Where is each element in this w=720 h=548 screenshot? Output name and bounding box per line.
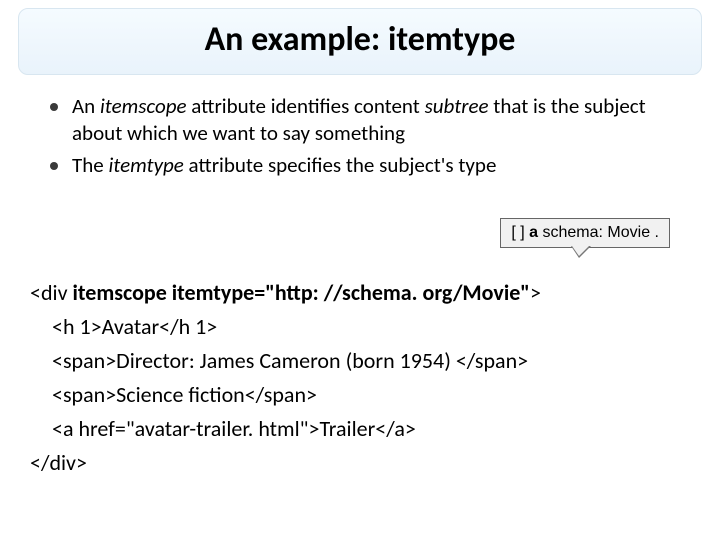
text-italic: itemtype [108,152,183,178]
code-line: <span>Director: James Cameron (born 1954… [30,344,541,378]
bullet-dot-icon [50,162,58,170]
text-italic: itemscope [100,93,187,119]
callout: [ ] a schema: Movie . [500,218,670,248]
text: > [530,279,541,306]
bullet-item: The itemtype attribute specifies the sub… [50,152,680,179]
callout-lead: [ ] [511,224,529,241]
text: attribute identifies content [187,93,425,119]
bullet-list: An itemscope attribute identifies conten… [50,93,680,179]
code-line: </div> [30,446,541,480]
text: <div [30,279,72,306]
code-line: <span>Science fiction</span> [30,378,541,412]
bullet-text: An itemscope attribute identifies conten… [72,93,680,148]
callout-bold: a [529,224,538,241]
text: attribute specifies the subject's type [184,152,497,178]
text: The [72,152,108,178]
text-italic: subtree [425,93,489,119]
code-block: <div itemscope itemtype="http: //schema.… [30,276,541,481]
bullet-dot-icon [50,103,58,111]
text: An [72,93,100,119]
title-box: An example: itemtype [18,8,702,75]
callout-box: [ ] a schema: Movie . [500,218,670,248]
code-line: <h 1>Avatar</h 1> [30,310,541,344]
callout-pointer-fill [572,246,589,256]
slide-title: An example: itemtype [19,19,701,60]
text-bold: itemscope itemtype="http: //schema. org/… [72,279,529,306]
bullet-text: The itemtype attribute specifies the sub… [72,152,496,179]
callout-rest: schema: Movie . [538,224,659,241]
bullet-item: An itemscope attribute identifies conten… [50,93,680,148]
code-line: <div itemscope itemtype="http: //schema.… [30,276,541,310]
code-line: <a href="avatar-trailer. html">Trailer</… [30,412,541,446]
